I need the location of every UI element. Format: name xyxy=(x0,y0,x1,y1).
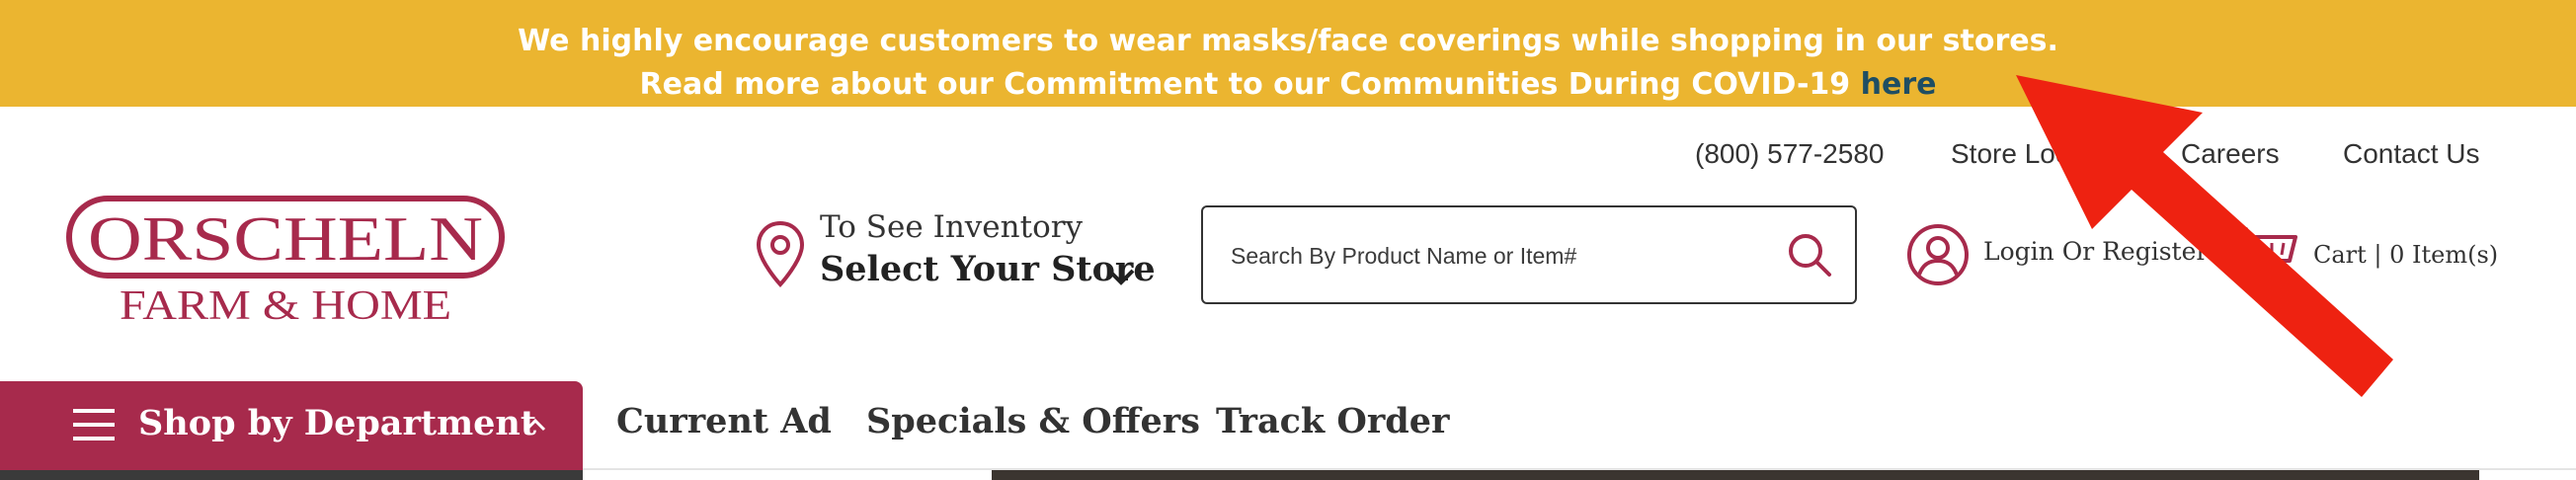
location-pin-icon xyxy=(756,220,805,287)
orscheln-logo[interactable]: ORSCHELN FARM & HOME xyxy=(65,195,506,327)
search-box xyxy=(1201,205,1857,304)
chevron-down-icon xyxy=(1107,269,1135,285)
phone-link[interactable]: (800) 577-2580 xyxy=(1695,138,1884,170)
cart-label: Cart | 0 Item(s) xyxy=(2313,241,2499,269)
shop-by-department-button[interactable]: Shop by Department xyxy=(0,381,583,480)
chevron-up-icon xyxy=(524,418,546,432)
menu-icon xyxy=(73,409,115,440)
contact-us-link[interactable]: Contact Us xyxy=(2343,138,2480,170)
logo-tagline-text: FARM & HOME xyxy=(120,283,451,327)
banner-here-link[interactable]: here xyxy=(1861,67,1937,102)
cart-icon xyxy=(2236,227,2297,280)
store-selector[interactable]: To See Inventory Select Your Store xyxy=(755,205,1156,304)
department-menu-edge xyxy=(0,470,583,480)
logo-brand-text: ORSCHELN xyxy=(88,203,483,274)
search-input[interactable] xyxy=(1231,231,1764,280)
store-locator-link[interactable]: Store Locator xyxy=(1951,138,2117,170)
banner-line-1: We highly encourage customers to wear ma… xyxy=(518,24,2058,58)
banner-line-2: Read more about our Commitment to our Co… xyxy=(0,63,2576,107)
nav-current-ad[interactable]: Current Ad xyxy=(616,401,832,441)
covid-banner: We highly encourage customers to wear ma… xyxy=(0,0,2576,107)
login-register-label: Login Or Register xyxy=(1983,237,2209,266)
cart-button[interactable]: Cart | 0 Item(s) xyxy=(2234,219,2531,288)
store-selector-caption: To See Inventory xyxy=(820,209,1084,245)
store-selector-label: Select Your Store xyxy=(820,249,1156,289)
nav-track-order[interactable]: Track Order xyxy=(1216,401,1449,441)
user-icon xyxy=(1907,224,1969,285)
login-register-button[interactable]: Login Or Register xyxy=(1906,217,2208,296)
search-icon[interactable] xyxy=(1784,229,1835,280)
hero-image-edge xyxy=(992,470,2479,480)
careers-link[interactable]: Careers xyxy=(2181,138,2280,170)
banner-line-2-text: Read more about our Commitment to our Co… xyxy=(639,67,1861,102)
nav-specials-offers[interactable]: Specials & Offers xyxy=(866,401,1200,441)
shop-by-department-label: Shop by Department xyxy=(138,403,537,443)
